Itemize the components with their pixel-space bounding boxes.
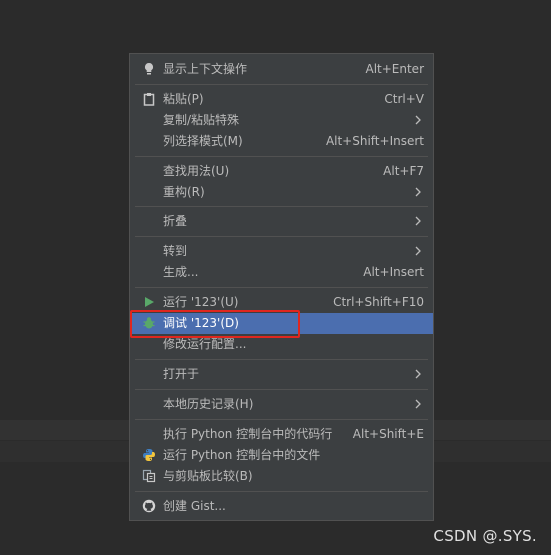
chevron-right-icon: [415, 369, 421, 379]
watermark: CSDN @.SYS.: [433, 527, 537, 545]
menu-item-label: 查找用法(U): [163, 164, 230, 178]
menu-separator: [135, 206, 428, 207]
chevron-right-icon: [415, 216, 421, 226]
python-icon: [142, 448, 156, 462]
menu-item-local-history[interactable]: 本地历史记录(H): [130, 394, 433, 415]
menu-item-label: 创建 Gist...: [163, 499, 226, 513]
menu-item-shortcut: Ctrl+Shift+F10: [333, 295, 424, 309]
chevron-right-icon: [415, 115, 421, 125]
run-icon: [142, 295, 156, 309]
lightbulb-icon: [142, 62, 156, 76]
menu-item-shortcut: Alt+Shift+E: [352, 427, 424, 441]
menu-item-label: 运行 '123'(U): [163, 295, 239, 309]
menu-item-label: 显示上下文操作: [163, 62, 248, 76]
chevron-right-icon: [415, 187, 421, 197]
chevron-right-icon: [415, 246, 421, 256]
menu-separator: [135, 156, 428, 157]
menu-item-find-usages[interactable]: 查找用法(U) Alt+F7: [130, 161, 433, 182]
menu-item-goto[interactable]: 转到: [130, 241, 433, 262]
menu-item-shortcut: Alt+Shift+Insert: [325, 134, 424, 148]
menu-item-label: 本地历史记录(H): [163, 397, 254, 411]
menu-separator: [135, 287, 428, 288]
menu-item-folding[interactable]: 折叠: [130, 211, 433, 232]
clipboard-icon: [142, 92, 156, 106]
menu-separator: [135, 389, 428, 390]
menu-separator: [135, 236, 428, 237]
annotation-highlight-box: [130, 310, 300, 338]
menu-item-shortcut: Alt+F7: [383, 164, 424, 178]
menu-item-refactor[interactable]: 重构(R): [130, 182, 433, 203]
menu-item-open-in[interactable]: 打开于: [130, 364, 433, 385]
menu-item-label: 列选择模式(M): [163, 134, 243, 148]
menu-item-label: 执行 Python 控制台中的代码行: [163, 427, 333, 441]
menu-item-shortcut: Alt+Insert: [363, 265, 424, 279]
menu-item-label: 打开于: [163, 367, 200, 381]
menu-item-create-gist[interactable]: 创建 Gist...: [130, 496, 433, 517]
menu-item-run-file-in-console[interactable]: 运行 Python 控制台中的文件: [130, 445, 433, 466]
diff-icon: [142, 469, 156, 483]
menu-item-execute-line-in-console[interactable]: 执行 Python 控制台中的代码行 Alt+Shift+E: [130, 424, 433, 445]
chevron-right-icon: [415, 399, 421, 409]
menu-item-label: 转到: [163, 244, 188, 258]
menu-item-show-context-actions[interactable]: 显示上下文操作 Alt+Enter: [130, 59, 433, 80]
menu-item-shortcut: Alt+Enter: [365, 62, 424, 76]
menu-item-label: 粘贴(P): [163, 92, 204, 106]
menu-item-paste[interactable]: 粘贴(P) Ctrl+V: [130, 89, 433, 110]
menu-item-label: 复制/粘贴特殊: [163, 113, 240, 127]
menu-separator: [135, 359, 428, 360]
menu-item-generate[interactable]: 生成... Alt+Insert: [130, 262, 433, 283]
menu-separator: [135, 419, 428, 420]
menu-item-label: 重构(R): [163, 185, 205, 199]
menu-item-label: 运行 Python 控制台中的文件: [163, 448, 321, 462]
context-menu: 显示上下文操作 Alt+Enter 粘贴(P) Ctrl+V 复制/粘贴特殊 列…: [129, 53, 434, 521]
menu-item-label: 与剪贴板比较(B): [163, 469, 253, 483]
menu-separator: [135, 491, 428, 492]
menu-item-compare-clipboard[interactable]: 与剪贴板比较(B): [130, 466, 433, 487]
menu-item-column-selection[interactable]: 列选择模式(M) Alt+Shift+Insert: [130, 131, 433, 152]
menu-item-label: 生成...: [163, 265, 199, 279]
screen: 显示上下文操作 Alt+Enter 粘贴(P) Ctrl+V 复制/粘贴特殊 列…: [0, 0, 551, 555]
menu-separator: [135, 84, 428, 85]
menu-item-paste-special[interactable]: 复制/粘贴特殊: [130, 110, 433, 131]
github-icon: [142, 499, 156, 513]
menu-item-label: 折叠: [163, 214, 188, 228]
menu-item-shortcut: Ctrl+V: [384, 92, 424, 106]
menu-item-label: 修改运行配置...: [163, 337, 247, 351]
